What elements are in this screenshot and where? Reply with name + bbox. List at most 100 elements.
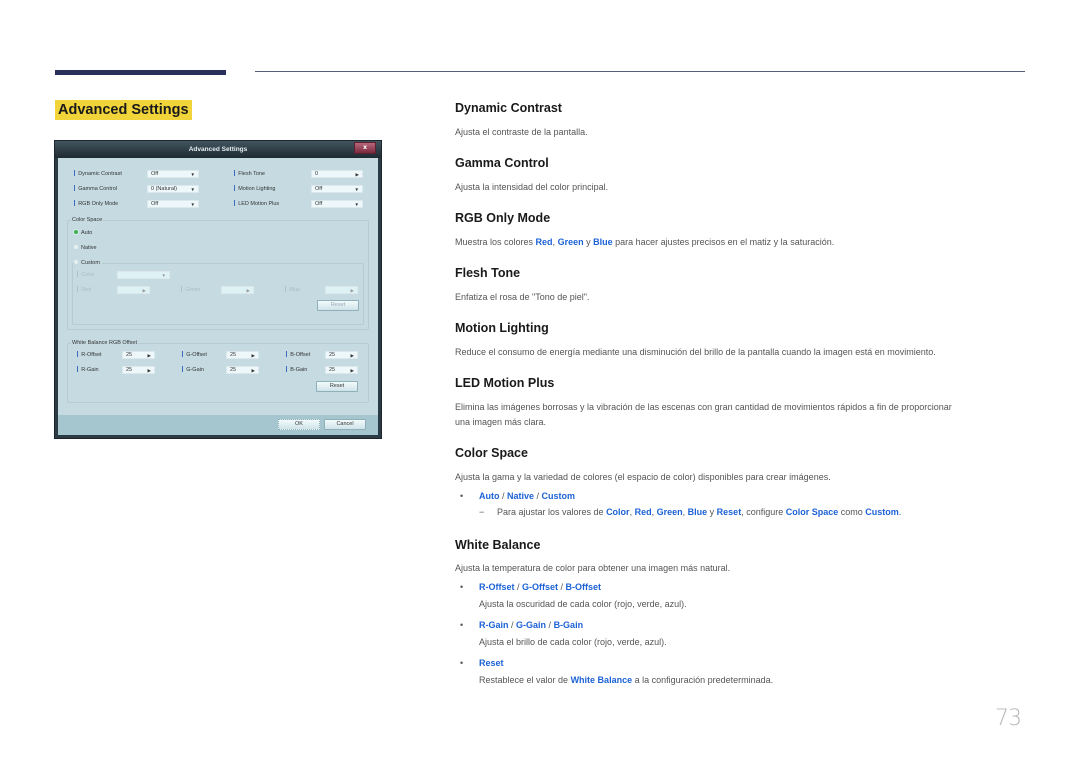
b-gain-value: 25	[329, 367, 336, 373]
arrow-right-icon: ▶	[246, 288, 250, 293]
term-red: Red	[535, 237, 553, 247]
led-motion-plus-value: Off	[315, 201, 323, 207]
arrow-right-icon: ▶	[142, 288, 146, 293]
term-reset: Reset	[479, 658, 504, 668]
led-motion-plus-dropdown[interactable]: Off ▼	[311, 200, 363, 208]
text: /	[499, 491, 508, 501]
desc-gain: Ajusta el brillo de cada color (rojo, ve…	[479, 637, 667, 647]
term-b-offset: B-Offset	[565, 582, 602, 592]
flesh-tone-label: Flesh Tone	[234, 170, 265, 178]
arrow-right-icon: ▶	[251, 368, 255, 373]
term-color-space: Color Space	[785, 507, 839, 517]
radio-custom[interactable]: Custom	[74, 260, 102, 267]
text: /	[508, 620, 517, 630]
chevron-down-icon: ▼	[190, 202, 195, 207]
color-dropdown[interactable]: ▼	[117, 271, 170, 279]
rgb-only-mode-dropdown[interactable]: Off ▼	[147, 200, 199, 208]
white-balance-legend: White Balance RGB Offset	[71, 340, 139, 347]
r-offset-value: 25	[126, 352, 133, 358]
rgb-only-mode-value: Off	[151, 201, 159, 207]
radio-auto[interactable]: Auto	[74, 230, 92, 237]
desc-led-motion-plus-2: una imagen más clara.	[455, 417, 547, 427]
g-gain-value: 25	[230, 367, 237, 373]
desc-gamma-control: Ajusta la intensidad del color principal…	[455, 182, 609, 192]
term-r-offset: R-Offset	[479, 582, 515, 592]
color-space-legend: Color Space	[71, 217, 104, 224]
ok-button[interactable]: OK	[278, 419, 320, 430]
desc-reset: Restablece el valor de White Balance a l…	[479, 673, 773, 687]
text: , configure	[741, 507, 786, 517]
chevron-down-icon: ▼	[354, 202, 359, 207]
gamma-control-label: Gamma Control	[74, 185, 117, 193]
chevron-down-icon: ▼	[190, 187, 195, 192]
white-balance-offset-item: • R-Offset / G-Offset / B-Offset	[460, 580, 601, 594]
blue-stepper[interactable]: ▶	[325, 286, 358, 294]
term-reset: Reset	[716, 507, 742, 517]
heading-flesh-tone: Flesh Tone	[455, 266, 521, 280]
gamma-control-dropdown[interactable]: 0 (Natural) ▼	[147, 185, 199, 193]
arrow-right-icon: ▶	[147, 368, 151, 373]
flesh-tone-stepper[interactable]: 0 ▶	[311, 170, 363, 178]
b-offset-value: 25	[329, 352, 336, 358]
arrow-right-icon: ▶	[350, 353, 354, 358]
radio-custom-label: Custom	[81, 260, 100, 266]
radio-selected-icon	[74, 230, 78, 234]
r-gain-stepper[interactable]: 25 ▶	[122, 366, 155, 374]
dynamic-contrast-dropdown[interactable]: Off ▼	[147, 170, 199, 178]
red-label: Red	[77, 286, 91, 294]
text: /	[558, 582, 566, 592]
term-custom: Custom	[865, 507, 899, 517]
chevron-down-icon: ▼	[190, 172, 195, 177]
dynamic-contrast-label: Dynamic Contrast	[74, 170, 122, 178]
bullet-icon: •	[460, 582, 464, 592]
text: para hacer ajustes precisos en el matiz …	[612, 237, 835, 247]
desc-color-space: Ajusta la gama y la variedad de colores …	[455, 472, 831, 482]
r-gain-value: 25	[126, 367, 133, 373]
term-red: Red	[634, 507, 652, 517]
motion-lighting-dropdown[interactable]: Off ▼	[311, 185, 363, 193]
text: Para ajustar los valores de	[497, 507, 607, 517]
red-stepper[interactable]: ▶	[117, 286, 150, 294]
g-offset-stepper[interactable]: 25 ▶	[226, 351, 259, 359]
green-stepper[interactable]: ▶	[221, 286, 254, 294]
term-green: Green	[557, 237, 584, 247]
dialog-title: Advanced Settings	[55, 141, 381, 158]
motion-lighting-label: Motion Lighting	[234, 185, 275, 193]
arrow-right-icon: ▶	[350, 368, 354, 373]
b-gain-stepper[interactable]: 25 ▶	[325, 366, 358, 374]
term-custom: Custom	[541, 491, 576, 501]
blue-label: Blue	[285, 286, 300, 294]
header-rule-thin	[255, 71, 1025, 72]
term-r-gain: R-Gain	[479, 620, 509, 630]
g-offset-label: G-Offset	[182, 351, 207, 359]
advanced-settings-dialog: Advanced Settings x Dynamic Contrast Off…	[54, 140, 382, 439]
b-offset-stepper[interactable]: 25 ▶	[325, 351, 358, 359]
heading-gamma-control: Gamma Control	[455, 156, 549, 170]
heading-rgb-only-mode: RGB Only Mode	[455, 211, 551, 225]
bullet-icon: •	[460, 658, 464, 668]
radio-auto-label: Auto	[81, 230, 93, 236]
b-gain-label: B-Gain	[286, 366, 307, 374]
heading-white-balance: White Balance	[455, 538, 541, 552]
cancel-button[interactable]: Cancel	[324, 419, 366, 430]
term-b-gain: B-Gain	[553, 620, 584, 630]
chevron-down-icon: ▼	[161, 273, 166, 278]
g-gain-stepper[interactable]: 25 ▶	[226, 366, 259, 374]
white-balance-reset-button[interactable]: Reset	[316, 381, 358, 392]
custom-color-group: Color ▼ Red ▶ Green ▶ Blue ▶ Reset	[72, 263, 364, 325]
arrow-right-icon: ▶	[251, 353, 255, 358]
radio-native[interactable]: Native	[74, 245, 97, 252]
desc-white-balance: Ajusta la temperatura de color para obte…	[455, 563, 731, 573]
color-space-note: − Para ajustar los valores de Color, Red,…	[479, 505, 901, 519]
close-button[interactable]: x	[354, 142, 376, 154]
dialog-body: Dynamic Contrast Off ▼ Gamma Control 0 (N…	[58, 158, 378, 435]
dialog-footer: OK Cancel	[58, 415, 378, 435]
arrow-right-icon: ▶	[350, 288, 354, 293]
text: /	[514, 582, 523, 592]
color-space-group: Color Space Auto Native Custom Color ▼ R…	[67, 217, 369, 330]
color-space-options: • Auto / Native / Custom	[460, 489, 575, 503]
white-balance-gain-item: • R-Gain / G-Gain / B-Gain	[460, 618, 583, 632]
section-title: Advanced Settings	[55, 100, 192, 120]
custom-reset-button[interactable]: Reset	[317, 300, 359, 311]
r-offset-stepper[interactable]: 25 ▶	[122, 351, 155, 359]
